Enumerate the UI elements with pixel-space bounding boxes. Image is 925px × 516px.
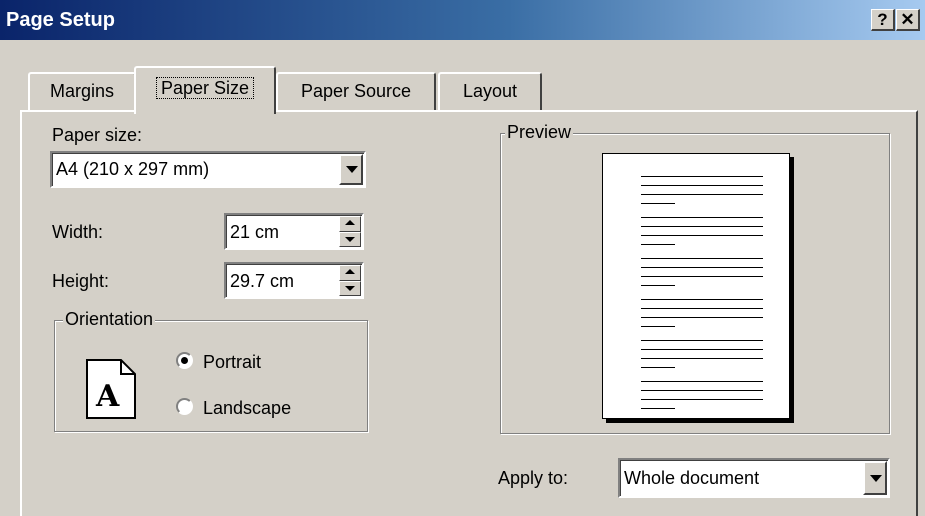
apply-to-label: Apply to:: [498, 468, 569, 488]
preview-line: [641, 194, 763, 195]
preview-line: [641, 308, 763, 309]
preview-line: [641, 235, 763, 236]
preview-line: [641, 226, 763, 227]
width-spinner[interactable]: 21 cm: [224, 213, 364, 250]
window-title: Page Setup: [6, 9, 115, 31]
chevron-down-icon: [870, 475, 882, 482]
apply-to-dropdown-button[interactable]: [863, 461, 887, 495]
tab-layout-label: Layout: [462, 81, 518, 101]
chevron-down-icon: [346, 166, 358, 173]
landscape-radio[interactable]: [176, 398, 193, 415]
paper-size-dropdown-button[interactable]: [339, 154, 363, 185]
preview-line: [641, 217, 763, 218]
height-decrement[interactable]: [339, 280, 361, 296]
height-label: Height:: [52, 271, 110, 291]
title-bar[interactable]: Page Setup ? ✕: [0, 0, 925, 40]
landscape-label[interactable]: Landscape: [203, 398, 291, 419]
preview-page: [602, 153, 790, 419]
arrow-down-icon: [345, 236, 355, 242]
apply-to-dropdown[interactable]: Whole document: [618, 458, 890, 498]
preview-line: [641, 299, 763, 300]
tab-margins-label: Margins: [49, 81, 115, 101]
preview-line: [641, 276, 763, 277]
preview-line: [641, 340, 763, 341]
preview-line: [641, 326, 675, 327]
preview-label: Preview: [505, 122, 574, 143]
preview-line: [641, 176, 763, 177]
tab-paper-source[interactable]: Paper Source: [276, 72, 436, 112]
tab-layout[interactable]: Layout: [438, 72, 542, 112]
page-icon-letter: A: [95, 379, 120, 414]
height-increment[interactable]: [339, 265, 361, 281]
tab-paper-source-label: Paper Source: [300, 81, 412, 101]
preview-line: [641, 317, 763, 318]
preview-line: [641, 258, 763, 259]
preview-line: [641, 285, 675, 286]
orientation-label: Orientation: [63, 309, 156, 330]
preview-line: [641, 349, 763, 350]
tab-paper-size-label: Paper Size: [155, 77, 255, 99]
page-setup-dialog: Page Setup ? ✕ Margins Paper Size Paper …: [0, 0, 925, 516]
tab-margins[interactable]: Margins: [28, 72, 136, 112]
portrait-radio[interactable]: [176, 352, 193, 369]
preview-line: [641, 399, 763, 400]
preview-line: [641, 390, 763, 391]
paper-size-dropdown[interactable]: A4 (210 x 297 mm): [50, 151, 366, 188]
height-value: 29.7 cm: [230, 271, 295, 291]
width-decrement[interactable]: [339, 231, 361, 247]
height-spinner[interactable]: 29.7 cm: [224, 262, 364, 299]
preview-line: [641, 408, 675, 409]
page-portrait-icon: A: [86, 359, 136, 419]
arrow-up-icon: [345, 269, 355, 274]
height-spin-buttons[interactable]: [339, 265, 361, 296]
preview-line: [641, 267, 763, 268]
preview-line: [641, 367, 675, 368]
radio-selected-dot: [181, 357, 188, 364]
paper-size-value: A4 (210 x 297 mm): [56, 159, 210, 179]
arrow-up-icon: [345, 220, 355, 225]
width-label: Width:: [52, 222, 104, 242]
preview-line: [641, 358, 763, 359]
arrow-down-icon: [345, 285, 355, 291]
portrait-label[interactable]: Portrait: [203, 352, 261, 373]
paper-size-label: Paper size:: [52, 125, 143, 145]
preview-line: [641, 244, 675, 245]
width-increment[interactable]: [339, 216, 361, 232]
preview-line: [641, 203, 675, 204]
width-value: 21 cm: [230, 222, 280, 242]
help-button[interactable]: ?: [871, 9, 895, 31]
apply-to-value: Whole document: [624, 468, 760, 488]
width-spin-buttons[interactable]: [339, 216, 361, 247]
preview-line: [641, 185, 763, 186]
preview-line: [641, 381, 763, 382]
tab-paper-size[interactable]: Paper Size: [134, 66, 276, 114]
close-button[interactable]: ✕: [896, 9, 920, 31]
